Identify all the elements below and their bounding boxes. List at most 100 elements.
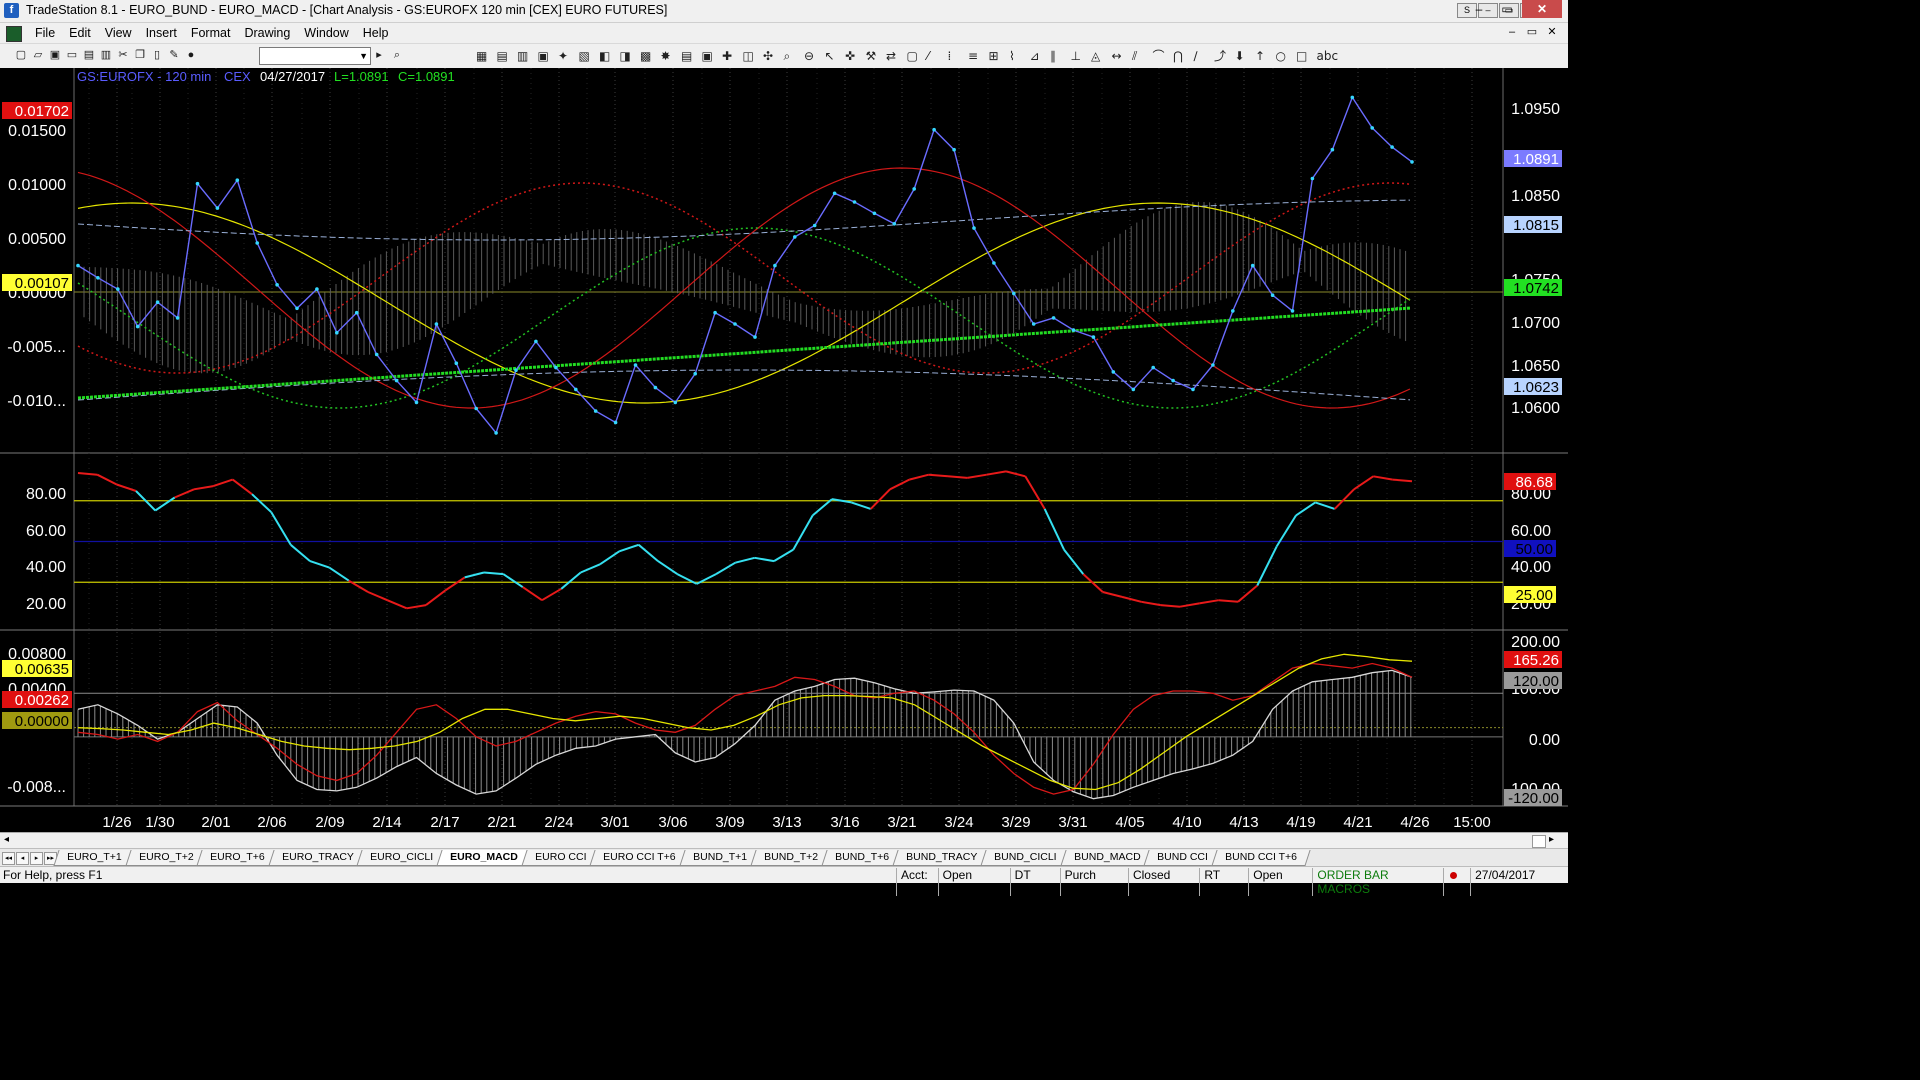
price-point — [693, 371, 697, 376]
oscillator-mid-badge: 50.00 — [1515, 541, 1553, 558]
workspace-tabbar: ◂◂ ◂ ▸ ▸▸ EURO_T+1 EURO_T+2 EURO_T+6 EURO_T… — [0, 848, 1568, 867]
chart-analysis-window[interactable]: 1/26 1/30 2/01 2/06 2/09 2/14 2/17 2/21 2/24 3/01… — [0, 68, 1568, 832]
status-acct: Acct: — [896, 868, 936, 896]
chart-canvas[interactable]: 1/26 1/30 2/01 2/06 2/09 2/14 2/17 2/21 2/24 3/01… — [0, 68, 1568, 832]
minimize-button[interactable]: – — [1466, 0, 1492, 18]
copy-icon[interactable]: ❐ — [133, 48, 147, 62]
price-point — [394, 378, 399, 383]
workspace-tab[interactable]: BUND_MACD — [1059, 850, 1154, 866]
mdi-close-icon[interactable]: ✕ — [1544, 25, 1560, 39]
mdi-minimize-icon[interactable]: – — [1504, 25, 1520, 39]
x-axis-label: 1/26 — [102, 814, 131, 831]
menu-help[interactable]: Help — [356, 25, 396, 41]
cut-icon[interactable]: ✂ — [116, 48, 130, 62]
macd-left-mid-badge: 0.00262 — [15, 692, 69, 709]
workspace-tab[interactable]: BUND_T+2 — [750, 850, 832, 866]
x-axis-label: 4/26 — [1400, 814, 1429, 831]
toolbar-tool-icon: ⌇ — [1009, 49, 1015, 63]
price-point — [574, 387, 578, 392]
workspace-tab[interactable]: BUND_TRACY — [892, 850, 991, 866]
paint-icon[interactable]: ✎ — [167, 48, 181, 62]
colors-icon[interactable]: ● — [184, 48, 198, 62]
workspace-tab[interactable]: BUND CCI — [1143, 850, 1222, 866]
x-axis-label: 2/17 — [430, 814, 459, 831]
toolbar-tool-icon: ✸ — [661, 49, 671, 63]
scroll-right-icon[interactable]: ▸ — [1549, 834, 1554, 845]
go-arrow-icon[interactable]: ▸ — [372, 48, 386, 62]
toolbar-icon-strip: ▦ ▤ ▥ ▣ ✦ ▧ ◧ ◨ ▩ ✸ ▤ ▣ ✚ ◫ ✣ ⌕ ⊖ ↖ ✜ ⚒ ⇄ ▢ ⁄ ⁞ ≡ ⊞ ⌇ ⊿ ∥ ⊥ ◬ ↔ ⫽ ⌒ ⋂ ∕ ⤴ ⬇ ↑ ○… — [476, 48, 1338, 63]
macd-right-low-badge: -120.00 — [1508, 790, 1559, 807]
workspace-tab[interactable]: EURO_TRACY — [268, 850, 368, 866]
save-icon[interactable]: ▣ — [48, 48, 62, 62]
workspace-tab-label: EURO_TRACY — [281, 851, 354, 863]
price-axis-tick: 1.0850 — [1511, 188, 1560, 205]
chart-window-icon[interactable] — [6, 26, 22, 42]
price-point — [1012, 291, 1016, 296]
price-point — [673, 400, 678, 405]
tab-prev-icon[interactable]: ◂ — [16, 852, 29, 865]
price-last-badge: 1.0891 — [1513, 151, 1559, 168]
workspace-tab[interactable]: BUND_T+1 — [679, 850, 761, 866]
price-axis-tick: 1.0950 — [1511, 101, 1560, 118]
maximize-button[interactable]: ▭ — [1494, 0, 1520, 18]
workspace-tab[interactable]: EURO_T+1 — [53, 850, 136, 866]
menu-drawing[interactable]: Drawing — [237, 25, 297, 41]
workspace-tab[interactable]: EURO_CICLI — [356, 850, 448, 866]
folder-icon[interactable]: ▭ — [65, 48, 79, 62]
lock-icon[interactable]: ▯ — [150, 48, 164, 62]
x-axis-label: 4/05 — [1115, 814, 1144, 831]
workspace-tab[interactable]: EURO CCI — [521, 850, 601, 866]
mdi-restore-icon[interactable]: ▭ — [1524, 25, 1540, 39]
menu-window[interactable]: Window — [297, 25, 355, 41]
workspace-tab[interactable]: EURO_T+6 — [196, 850, 279, 866]
workspace-tab[interactable]: EURO_MACD — [436, 850, 532, 866]
menu-edit[interactable]: Edit — [62, 25, 98, 41]
symbol-lookup-icon[interactable]: ⌕ — [390, 48, 404, 62]
price-point — [872, 211, 877, 216]
workspace-tab[interactable]: BUND_CICLI — [980, 850, 1071, 866]
toolbar-tool-icon: ▩ — [640, 49, 651, 63]
tab-first-icon[interactable]: ◂◂ — [2, 852, 15, 865]
left-axis-tick: 0.01000 — [8, 177, 66, 194]
toolbar-tool-icon: ⊖ — [804, 49, 814, 63]
toolbar-tool-icon: ∕ — [1194, 49, 1199, 63]
symbol-dropdown[interactable]: ▼ — [259, 47, 371, 65]
workspace-tab[interactable]: BUND_T+6 — [821, 850, 903, 866]
scroll-thumb[interactable] — [1532, 835, 1546, 848]
x-axis-label: 2/24 — [544, 814, 573, 831]
menu-format[interactable]: Format — [184, 25, 238, 41]
toolbar: ▢ ▱ ▣ ▭ ▤ ▥ ✂ ❐ ▯ ✎ ● ▼ ▸ ⌕ ▦ ▤ ▥ ▣ ✦ ▧ ◧ ◨ ▩ ✸ ▤ ▣… — [0, 44, 1568, 69]
x-axis-label: 2/14 — [372, 814, 401, 831]
menu-file[interactable]: File — [28, 25, 62, 41]
workspace-tab[interactable]: EURO_T+2 — [124, 850, 207, 866]
price-point — [1131, 387, 1136, 392]
chart-scrollbar[interactable]: ◂ ▸ — [0, 832, 1568, 849]
close-button[interactable]: ✕ — [1522, 0, 1562, 18]
scroll-left-icon[interactable]: ◂ — [4, 834, 9, 845]
status-macros[interactable]: ORDER BAR MACROS — [1312, 868, 1441, 896]
price-point — [96, 276, 100, 280]
tab-next-icon[interactable]: ▸ — [30, 852, 43, 865]
menu-insert[interactable]: Insert — [139, 25, 184, 41]
open-icon[interactable]: ▱ — [31, 48, 45, 62]
new-icon[interactable]: ▢ — [14, 48, 28, 62]
toolbar-tool-icon: ◧ — [599, 49, 610, 63]
menu-view[interactable]: View — [98, 25, 139, 41]
oscillator-left-tick: 40.00 — [26, 559, 66, 576]
workspace-tab-label: EURO_T+6 — [210, 851, 265, 863]
x-axis-label: 3/06 — [658, 814, 687, 831]
oscillator-right-tick: 40.00 — [1511, 559, 1551, 576]
print-preview-icon[interactable]: ▥ — [99, 48, 113, 62]
print-icon[interactable]: ▤ — [82, 48, 96, 62]
price-point — [1051, 316, 1056, 320]
left-zero-badge: 0.00107 — [15, 275, 69, 292]
oscillator-left-tick: 80.00 — [26, 486, 66, 503]
price-axis-tick: 1.0600 — [1511, 400, 1560, 417]
workspace-tab-label: EURO_MACD — [450, 851, 519, 863]
workspace-tab[interactable]: EURO CCI T+6 — [589, 850, 690, 866]
toolbar-tool-icon: ✦ — [558, 49, 568, 63]
workspace-tab[interactable]: BUND CCI T+6 — [1211, 850, 1311, 866]
toolbar-tool-icon: ⋂ — [1173, 49, 1183, 63]
price-point — [1350, 95, 1355, 100]
workspace-tab-label: BUND_CICLI — [994, 851, 1057, 863]
